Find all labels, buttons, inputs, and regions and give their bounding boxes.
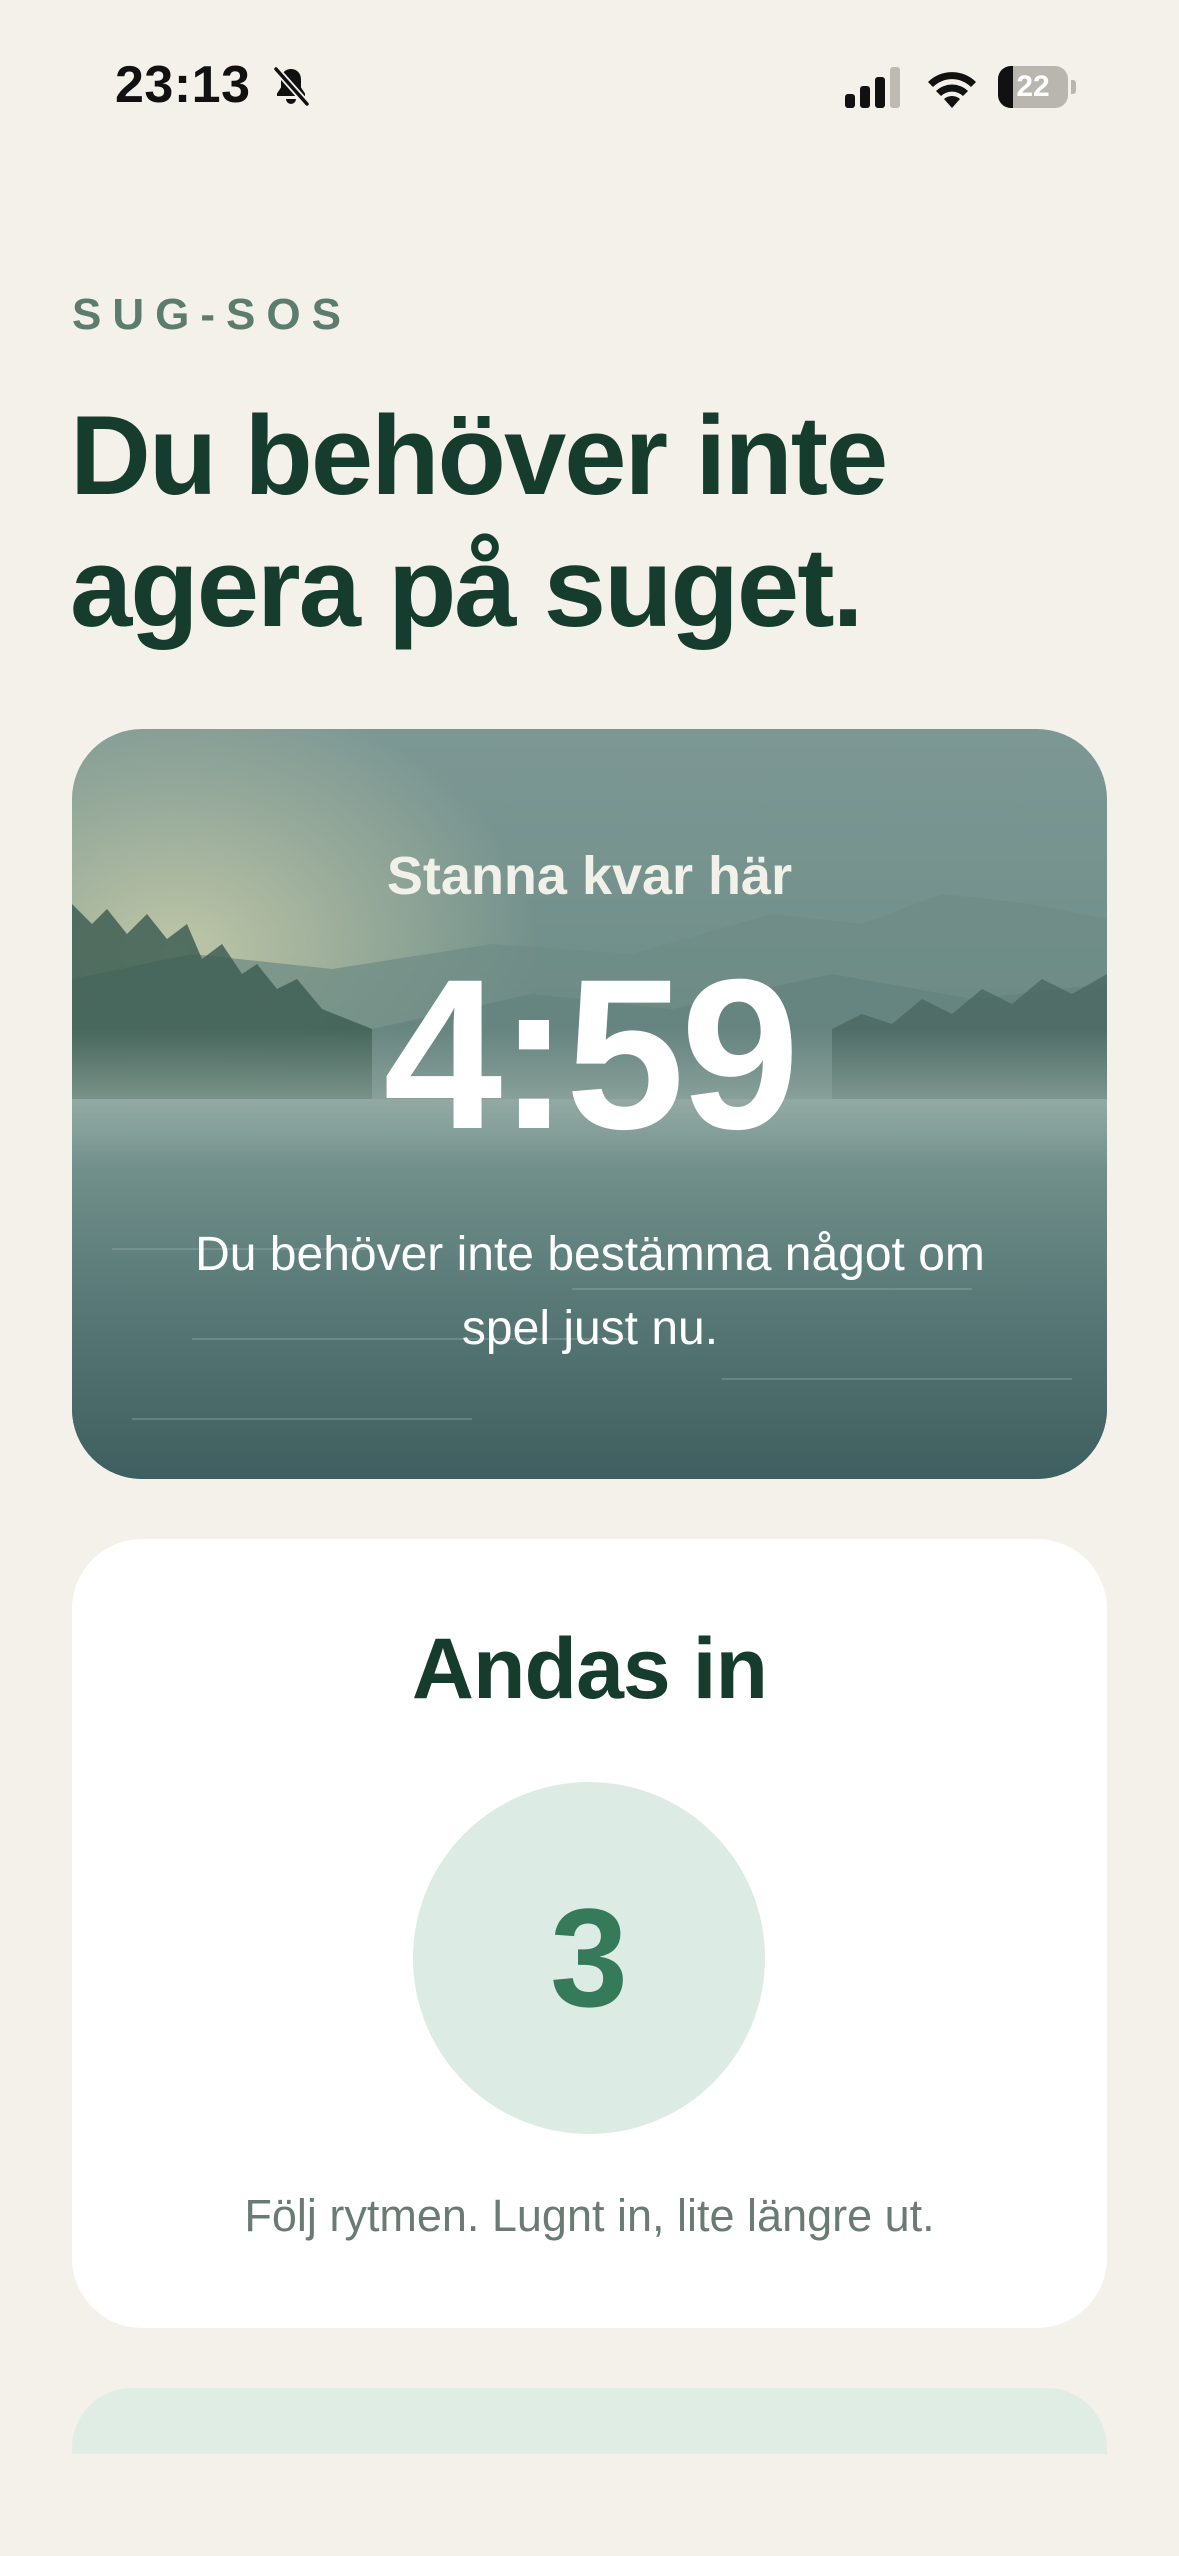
- wifi-icon: [928, 72, 976, 108]
- status-bar: 23:13 22: [0, 0, 1179, 170]
- timer-message: Du behöver inte bestämma något om spel j…: [195, 1228, 985, 1355]
- bell-slash-icon: [272, 65, 311, 108]
- section-eyebrow: SUG-SOS: [72, 290, 352, 339]
- battery-body: 22: [998, 66, 1068, 108]
- next-card[interactable]: [72, 2388, 1107, 2454]
- countdown-timer: 4:59: [383, 935, 799, 1174]
- status-time: 23:13: [115, 56, 251, 114]
- breathing-title: Andas in: [411, 1621, 768, 1717]
- battery-icon: 22: [998, 66, 1076, 108]
- page-title: Du behöver inte agera på suget.: [70, 393, 888, 650]
- cellular-signal-icon: [845, 67, 900, 108]
- battery-cap: [1071, 80, 1076, 94]
- breathing-count: 3: [550, 1879, 628, 2036]
- sug-sos-screen: 23:13 22 SUG-SOS Du behöver inte agera p…: [0, 0, 1179, 2556]
- breathing-hint: Följ rytmen. Lugnt in, lite längre ut.: [244, 2190, 935, 2241]
- battery-level: 22: [1016, 70, 1050, 103]
- timer-label: Stanna kvar här: [386, 846, 793, 906]
